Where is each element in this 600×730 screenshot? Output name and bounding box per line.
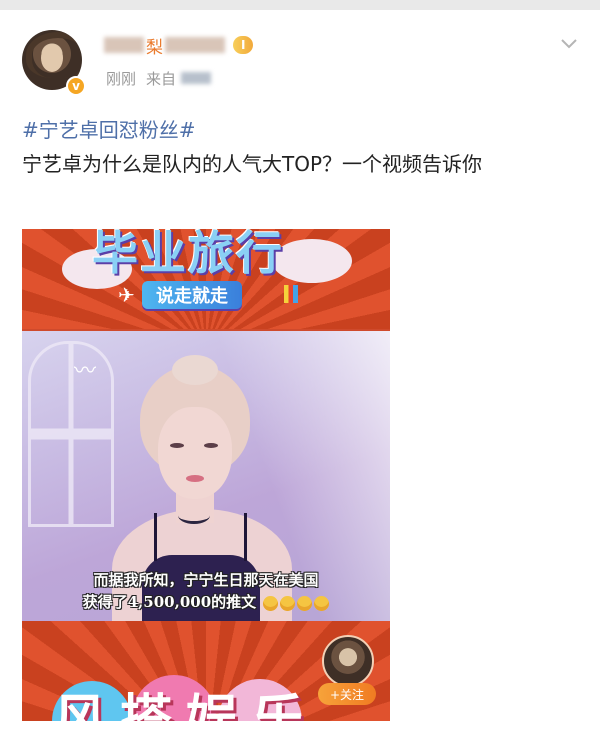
author-name[interactable]: 梨 I [104,34,254,58]
video-author-avatar[interactable] [322,635,374,687]
post-meta: 刚刚 来自 [106,68,211,89]
post-time: 刚刚 [106,70,137,88]
window-decoration [28,341,114,527]
video-title: 毕业旅行 [92,229,284,280]
scream-emoji-icon [297,595,313,611]
source-prefix: 来自 [146,70,177,88]
scream-emoji-icon [314,595,330,611]
scream-emoji-icon [263,595,279,611]
cloud-shape [272,239,352,283]
chevron-down-icon[interactable] [560,34,578,52]
blurred-name-part [104,37,144,53]
verified-v-icon: v [66,76,86,96]
airplane-icon: ✈ [118,283,135,307]
video-caption: 而据我所知，宁宁生日那天在美国 获得了4,500,000的推文 [22,569,390,613]
author-name-visible: 梨 [146,37,163,58]
blurred-name-part [165,37,225,53]
video-top-banner: 毕业旅行 ✈ 说走就走 [22,229,390,329]
follow-button[interactable]: +关注 [318,683,376,705]
person-hair-bun [172,355,218,385]
post-text: 宁艺卓为什么是队内的人气大TOP？一个视频告诉你 [22,152,483,176]
stripe-decoration [284,285,298,303]
person-necklace [178,507,210,524]
caption-line-2-text: 获得了4,500,000的推文 [82,593,257,611]
post-source: 来自 [146,68,211,89]
person-eye [170,443,184,448]
hashtag-link[interactable]: #宁艺卓回怼粉丝# [22,114,196,143]
dress-strap [154,513,157,561]
video-subtitle-tag: 说走就走 [142,281,242,309]
person-face [158,407,232,499]
person-lips [186,475,204,482]
caption-line-2: 获得了4,500,000的推文 [22,591,390,613]
person-eye [204,443,218,448]
channel-watermark: 风搭娱乐 [54,690,319,721]
status-strip [0,0,600,10]
avatar-face [41,44,63,72]
dress-strap [244,513,247,561]
scream-emoji-icon [280,595,296,611]
caption-line-1: 而据我所知，宁宁生日那天在美国 [93,571,319,589]
bird-icon: 〰 [74,359,97,384]
blurred-source [180,72,211,84]
video-player[interactable]: 毕业旅行 ✈ 说走就走 〰 而据我所知，宁宁生日那天在美国 获得了4,500,0… [22,229,390,721]
vip-badge: I [233,36,254,54]
